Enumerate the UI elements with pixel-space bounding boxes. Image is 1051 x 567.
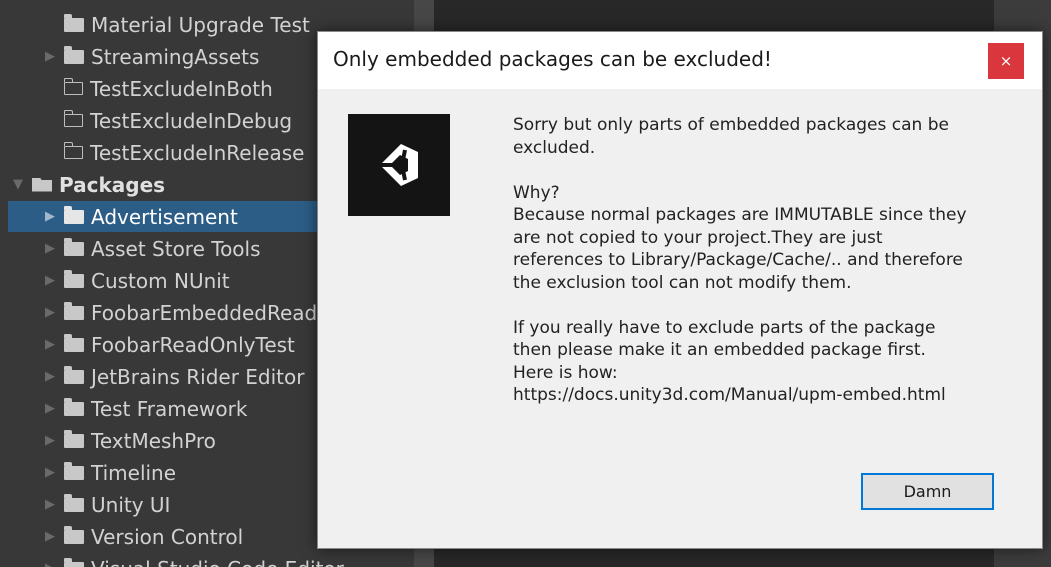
message-line: excluded. (513, 137, 596, 158)
expand-arrow-icon[interactable]: ▶ (42, 497, 58, 512)
collapse-arrow-icon[interactable]: ▼ (10, 177, 26, 192)
tree-item-label: Asset Store Tools (91, 236, 261, 261)
folder-icon (64, 461, 84, 480)
tree-item-label: Material Upgrade Test (91, 12, 310, 37)
dialog-message: Sorry but only parts of embedded package… (513, 114, 1023, 407)
folder-icon (64, 269, 84, 288)
tree-item-label: Advertisement (91, 204, 238, 229)
expand-arrow-icon[interactable]: ▶ (42, 337, 58, 352)
expand-arrow-icon[interactable]: ▶ (42, 305, 58, 320)
tree-item-visual-studio-code-editor[interactable]: ▶ Visual Studio Code Editor (8, 553, 414, 567)
tree-item-label: Custom NUnit (91, 268, 230, 293)
close-button[interactable]: × (988, 43, 1024, 79)
folder-icon (64, 205, 84, 224)
folder-icon (64, 301, 84, 320)
expand-arrow-icon[interactable]: ▶ (42, 561, 58, 567)
expand-arrow-icon[interactable]: ▶ (42, 209, 58, 224)
tree-item-label: TestExcludeInRelease (90, 140, 305, 165)
folder-icon (64, 365, 84, 384)
exclusion-error-dialog: Only embedded packages can be excluded! … (317, 31, 1043, 549)
empty-folder-icon (63, 78, 83, 95)
empty-folder-icon (63, 110, 83, 127)
folder-icon (64, 525, 84, 544)
empty-folder-icon (63, 142, 83, 159)
tree-item-label: Unity UI (91, 492, 171, 517)
folder-icon (64, 237, 84, 256)
tree-item-label: Version Control (91, 524, 244, 549)
manual-link: https://docs.unity3d.com/Manual/upm-embe… (513, 385, 946, 405)
message-line: Sorry but only parts of embedded package… (513, 115, 949, 135)
message-line: Why? (513, 182, 560, 203)
tree-item-label: StreamingAssets (91, 44, 260, 69)
folder-icon (64, 493, 84, 512)
folder-icon (64, 557, 84, 567)
message-line: then please make it an embedded package … (513, 340, 926, 360)
tree-item-label: Visual Studio Code Editor (91, 557, 344, 567)
folder-icon (64, 333, 84, 352)
message-line: Here is how: (513, 362, 618, 383)
dialog-title: Only embedded packages can be excluded! (333, 47, 772, 71)
expand-arrow-icon[interactable]: ▶ (42, 465, 58, 480)
dialog-titlebar[interactable]: Only embedded packages can be excluded! … (318, 32, 1042, 89)
folder-icon (64, 45, 84, 64)
open-folder-icon (32, 177, 52, 192)
folder-icon (64, 397, 84, 416)
tree-item-label: Test Framework (91, 396, 248, 421)
close-icon: × (999, 52, 1013, 70)
unity-logo-icon (348, 114, 450, 216)
expand-arrow-icon[interactable]: ▶ (42, 401, 58, 416)
expand-arrow-icon[interactable]: ▶ (42, 369, 58, 384)
message-line: references to Library/Package/Cache/.. a… (513, 250, 963, 270)
tree-item-label: TestExcludeInBoth (90, 76, 273, 101)
message-line: the exclusion tool can not modify them. (513, 272, 852, 293)
damn-button[interactable]: Damn (861, 473, 994, 510)
tree-item-label: TextMeshPro (91, 428, 216, 453)
tree-item-label: Packages (59, 172, 166, 197)
folder-icon (64, 13, 84, 32)
message-line: are not copied to your project.They are … (513, 227, 883, 248)
expand-arrow-icon[interactable]: ▶ (42, 49, 58, 64)
tree-item-label: Timeline (91, 460, 177, 485)
tree-item-label: JetBrains Rider Editor (91, 364, 305, 389)
expand-arrow-icon[interactable]: ▶ (42, 433, 58, 448)
expand-arrow-icon[interactable]: ▶ (42, 529, 58, 544)
expand-arrow-icon[interactable]: ▶ (42, 241, 58, 256)
message-line: If you really have to exclude parts of t… (513, 317, 936, 338)
expand-arrow-icon[interactable]: ▶ (42, 273, 58, 288)
message-line: Because normal packages are IMMUTABLE si… (513, 205, 967, 225)
unity-logo-icon-graphic (380, 144, 418, 186)
tree-item-label: TestExcludeInDebug (90, 108, 293, 133)
tree-item-label: FoobarReadOnlyTest (91, 332, 295, 357)
folder-icon (64, 429, 84, 448)
